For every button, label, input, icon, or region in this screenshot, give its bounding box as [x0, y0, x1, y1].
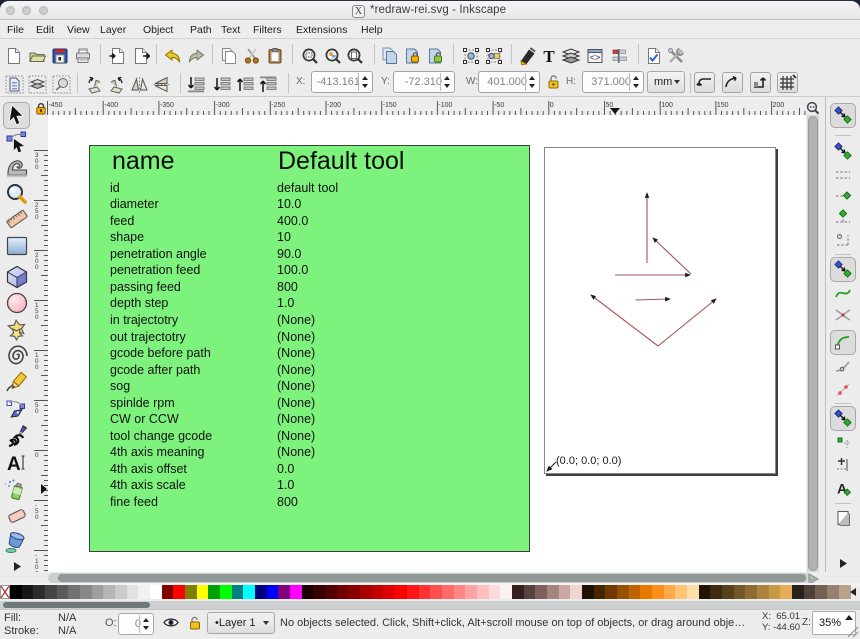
svg-text:0: 0 — [35, 364, 39, 371]
svg-text:<>: <> — [590, 54, 601, 64]
svg-text:-200: -200 — [327, 102, 341, 109]
svg-text:T: T — [543, 47, 555, 65]
svg-text:-450: -450 — [49, 102, 63, 109]
svg-text:-400: -400 — [104, 102, 118, 109]
svg-text:-100: -100 — [438, 102, 452, 109]
svg-text:(0.0; 0.0; 0.0): (0.0; 0.0; 0.0) — [556, 455, 621, 467]
svg-text:150: 150 — [717, 102, 729, 109]
svg-text:0: 0 — [35, 314, 39, 321]
svg-text:200: 200 — [773, 102, 785, 109]
svg-text:100: 100 — [661, 102, 673, 109]
svg-text:0: 0 — [550, 102, 554, 109]
svg-text:0: 0 — [35, 214, 39, 221]
svg-text:-250: -250 — [271, 102, 285, 109]
svg-text:0: 0 — [35, 452, 39, 459]
svg-text:A: A — [7, 454, 21, 475]
svg-text:-300: -300 — [216, 102, 230, 109]
svg-text:0: 0 — [35, 514, 39, 521]
svg-text:50: 50 — [606, 102, 614, 109]
svg-text:-50: -50 — [494, 102, 504, 109]
svg-text:-150: -150 — [383, 102, 397, 109]
svg-text:0: 0 — [35, 164, 39, 171]
svg-text:0: 0 — [35, 264, 39, 271]
svg-text:-350: -350 — [160, 102, 174, 109]
svg-text:0: 0 — [35, 408, 39, 415]
